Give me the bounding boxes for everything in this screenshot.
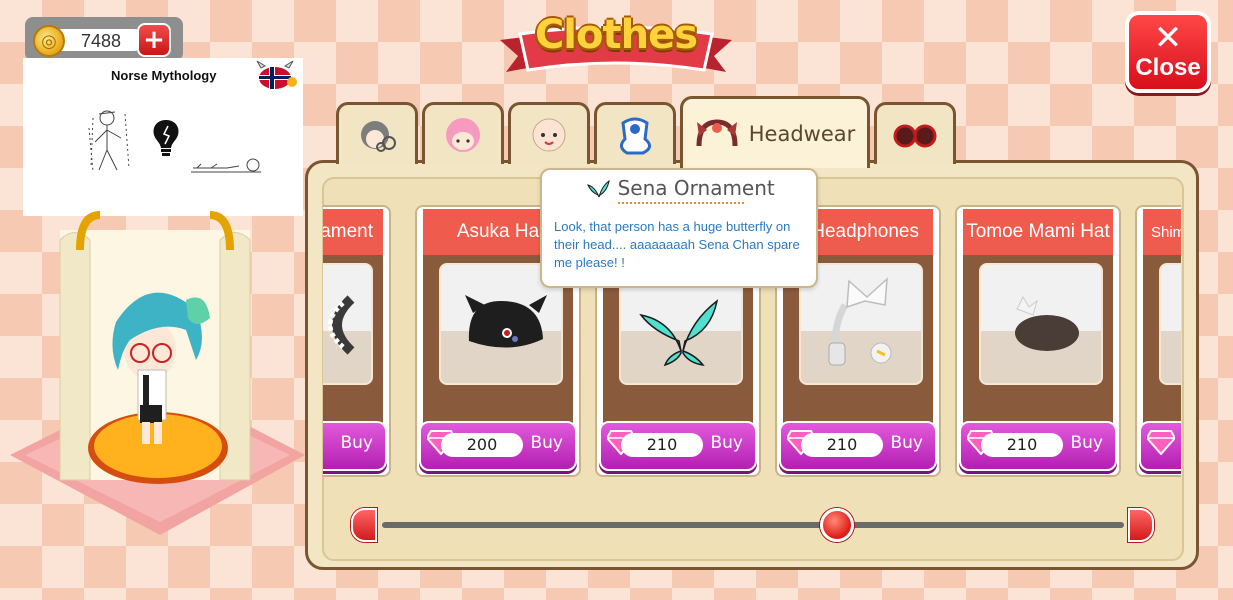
buy-button[interactable]: Buy <box>323 421 387 471</box>
item-name: Tomoe Mami Hat <box>963 209 1113 255</box>
butterfly-icon <box>587 179 610 197</box>
buy-button[interactable]: 200 Buy <box>419 421 577 471</box>
tab-headwear-label: Headwear <box>748 121 856 146</box>
headphones-icon <box>828 277 892 366</box>
headwear-icon <box>696 118 738 146</box>
item-thumbnail <box>323 263 373 385</box>
close-icon: ✕ <box>1153 18 1183 58</box>
buy-label: Buy <box>710 433 744 453</box>
tooltip-text: Look, that person has a huge butterfly o… <box>554 219 800 270</box>
item-tooltip: Sena Ornament Look, that person has a hu… <box>540 168 818 288</box>
close-button[interactable]: ✕ Close <box>1125 11 1211 93</box>
buy-button[interactable]: 210 Buy <box>599 421 757 471</box>
butterfly-ornament-icon <box>639 299 719 367</box>
item-thumbnail <box>979 263 1103 385</box>
scroll-left-arrow[interactable] <box>351 508 377 542</box>
buy-label: Buy <box>890 433 924 453</box>
item-name: rnament <box>323 209 383 255</box>
overlay-card: Norse Mythology <box>23 58 303 216</box>
tab-wig[interactable] <box>422 102 504 164</box>
close-label: Close <box>1135 54 1201 81</box>
item-price: 200 <box>441 433 523 457</box>
buy-button[interactable] <box>1139 421 1181 471</box>
buy-label: Buy <box>1070 433 1104 453</box>
tooltip-divider <box>618 202 744 204</box>
item-thumbnail <box>799 263 923 385</box>
lightbulb-icon <box>153 120 179 156</box>
black-cat-hat-icon <box>465 295 547 348</box>
add-coins-button[interactable]: + <box>137 23 171 57</box>
tab-face[interactable] <box>508 102 590 164</box>
viking-flag-icon <box>256 60 297 89</box>
beret-icon <box>1015 295 1079 351</box>
item-thumbnail <box>1159 263 1181 385</box>
item-price: 210 <box>981 433 1063 457</box>
thumb-floor <box>1161 331 1181 383</box>
page-title: Clothes <box>534 12 698 58</box>
item-price: 210 <box>621 433 703 457</box>
scroll-track[interactable] <box>382 522 1124 528</box>
buy-button[interactable]: 210 Buy <box>779 421 937 471</box>
tab-hair[interactable] <box>336 102 418 164</box>
coin-bar: ◎ 7488 + <box>25 17 183 61</box>
maid-headband-icon <box>327 295 355 355</box>
tab-headwear[interactable]: Headwear <box>680 96 870 168</box>
tab-glasses[interactable] <box>874 102 956 164</box>
buy-label: Buy <box>530 433 564 453</box>
item-card[interactable]: rnament Buy <box>323 205 391 477</box>
buy-label: Buy <box>340 433 374 453</box>
coin-amount: 7488 <box>81 31 122 51</box>
comic-figure-icon <box>88 110 130 173</box>
title-banner: Clothes <box>498 6 734 92</box>
item-card[interactable]: Tomoe Mami Hat 210 Buy <box>955 205 1121 477</box>
avatar-stage <box>10 211 305 535</box>
tooltip-title: Sena Ornament <box>617 176 775 200</box>
item-name: Shim <box>1143 209 1181 255</box>
hair-icon <box>361 120 396 152</box>
item-price: 210 <box>801 433 883 457</box>
buy-button[interactable]: 210 Buy <box>959 421 1117 471</box>
tab-outfit[interactable] <box>594 102 676 164</box>
glasses-icon <box>893 124 937 147</box>
gem-icon <box>1147 430 1175 455</box>
tooltip-title-row: Sena Ornament <box>542 176 820 201</box>
wig-icon <box>446 117 480 152</box>
face-icon <box>532 118 566 151</box>
scroll-thumb[interactable] <box>820 508 854 542</box>
scroll-right-arrow[interactable] <box>1128 508 1154 542</box>
coin-icon: ◎ <box>33 25 65 57</box>
overlay-title: Norse Mythology <box>111 68 217 83</box>
item-card[interactable]: Shim <box>1135 205 1181 477</box>
outfit-icon <box>620 117 651 154</box>
lying-figure-icon <box>191 158 261 173</box>
